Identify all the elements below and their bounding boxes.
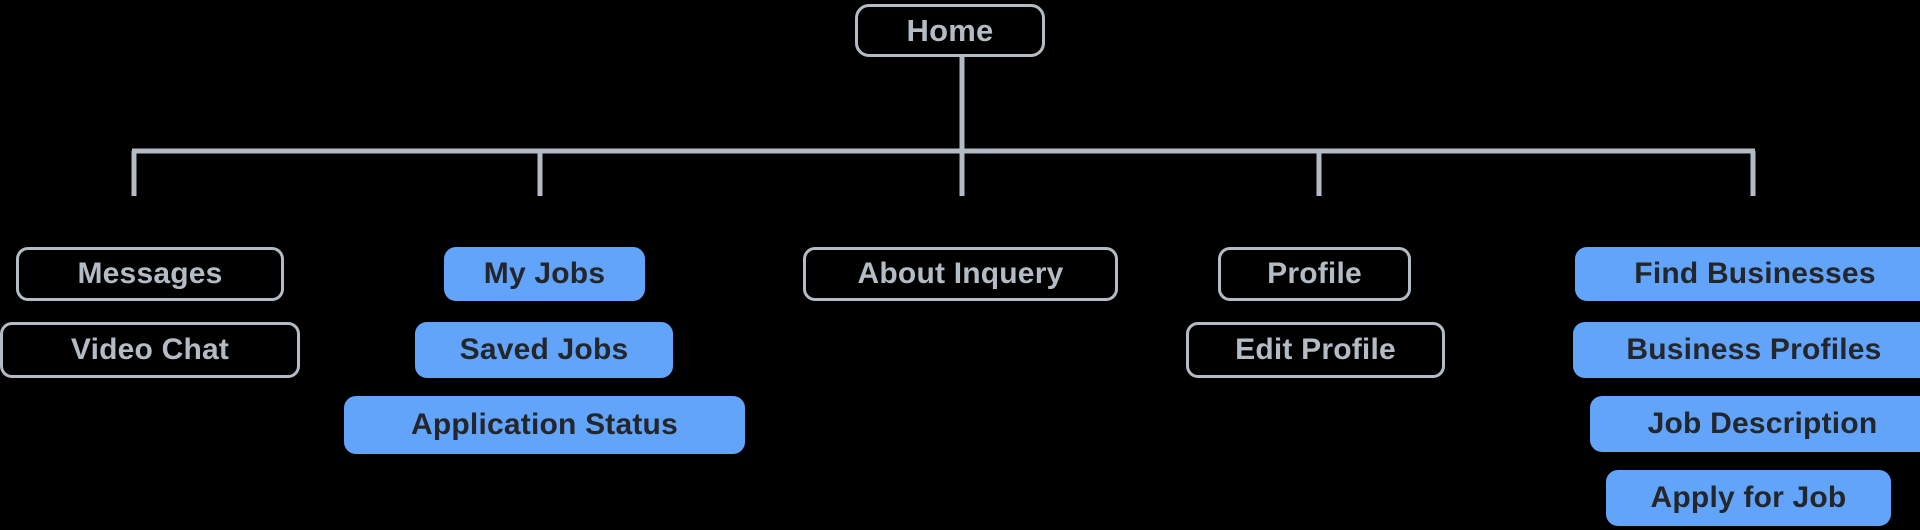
node-profile[interactable]: Profile — [1218, 247, 1411, 301]
node-edit-profile[interactable]: Edit Profile — [1186, 322, 1445, 378]
sitemap-diagram: Home Messages Video Chat My Jobs Saved J… — [0, 0, 1920, 530]
node-saved-jobs[interactable]: Saved Jobs — [415, 322, 673, 378]
node-home[interactable]: Home — [855, 4, 1045, 57]
node-job-description[interactable]: Job Description — [1590, 396, 1920, 452]
node-business-profiles[interactable]: Business Profiles — [1573, 322, 1920, 378]
node-apply-for-job[interactable]: Apply for Job — [1606, 470, 1891, 526]
node-about-inquery[interactable]: About Inquery — [803, 247, 1118, 301]
node-my-jobs[interactable]: My Jobs — [444, 247, 645, 301]
node-messages[interactable]: Messages — [16, 247, 284, 301]
node-application-status[interactable]: Application Status — [344, 396, 745, 454]
node-video-chat[interactable]: Video Chat — [0, 322, 300, 378]
node-find-businesses[interactable]: Find Businesses — [1575, 247, 1920, 301]
